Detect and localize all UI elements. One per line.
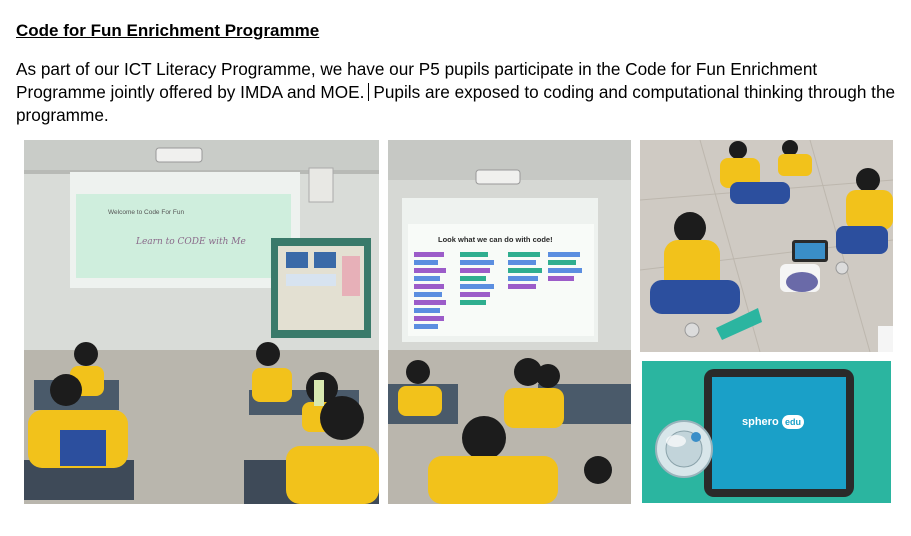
page-heading: Code for Fun Enrichment Programme bbox=[16, 21, 320, 40]
sphero-brand-text: sphero bbox=[742, 416, 779, 428]
photo-sphero-edu: sphero edu bbox=[642, 361, 891, 503]
description-paragraph: As part of our ICT Literacy Programme, w… bbox=[16, 58, 896, 127]
screen-welcome-text: Welcome to Code For Fun bbox=[108, 209, 184, 216]
sphero-edu-text: edu bbox=[785, 417, 801, 427]
photo-pupils-floor bbox=[640, 140, 893, 352]
photo-classroom-welcome: Welcome to Code For Fun Learn to CODE wi… bbox=[24, 140, 379, 504]
screen-logo-text: Learn to CODE with Me bbox=[135, 237, 246, 247]
text-cursor bbox=[368, 83, 370, 101]
photo-classroom-code: Look what we can do with code! bbox=[388, 140, 631, 504]
screen-code-text: Look what we can do with code! bbox=[438, 235, 553, 244]
